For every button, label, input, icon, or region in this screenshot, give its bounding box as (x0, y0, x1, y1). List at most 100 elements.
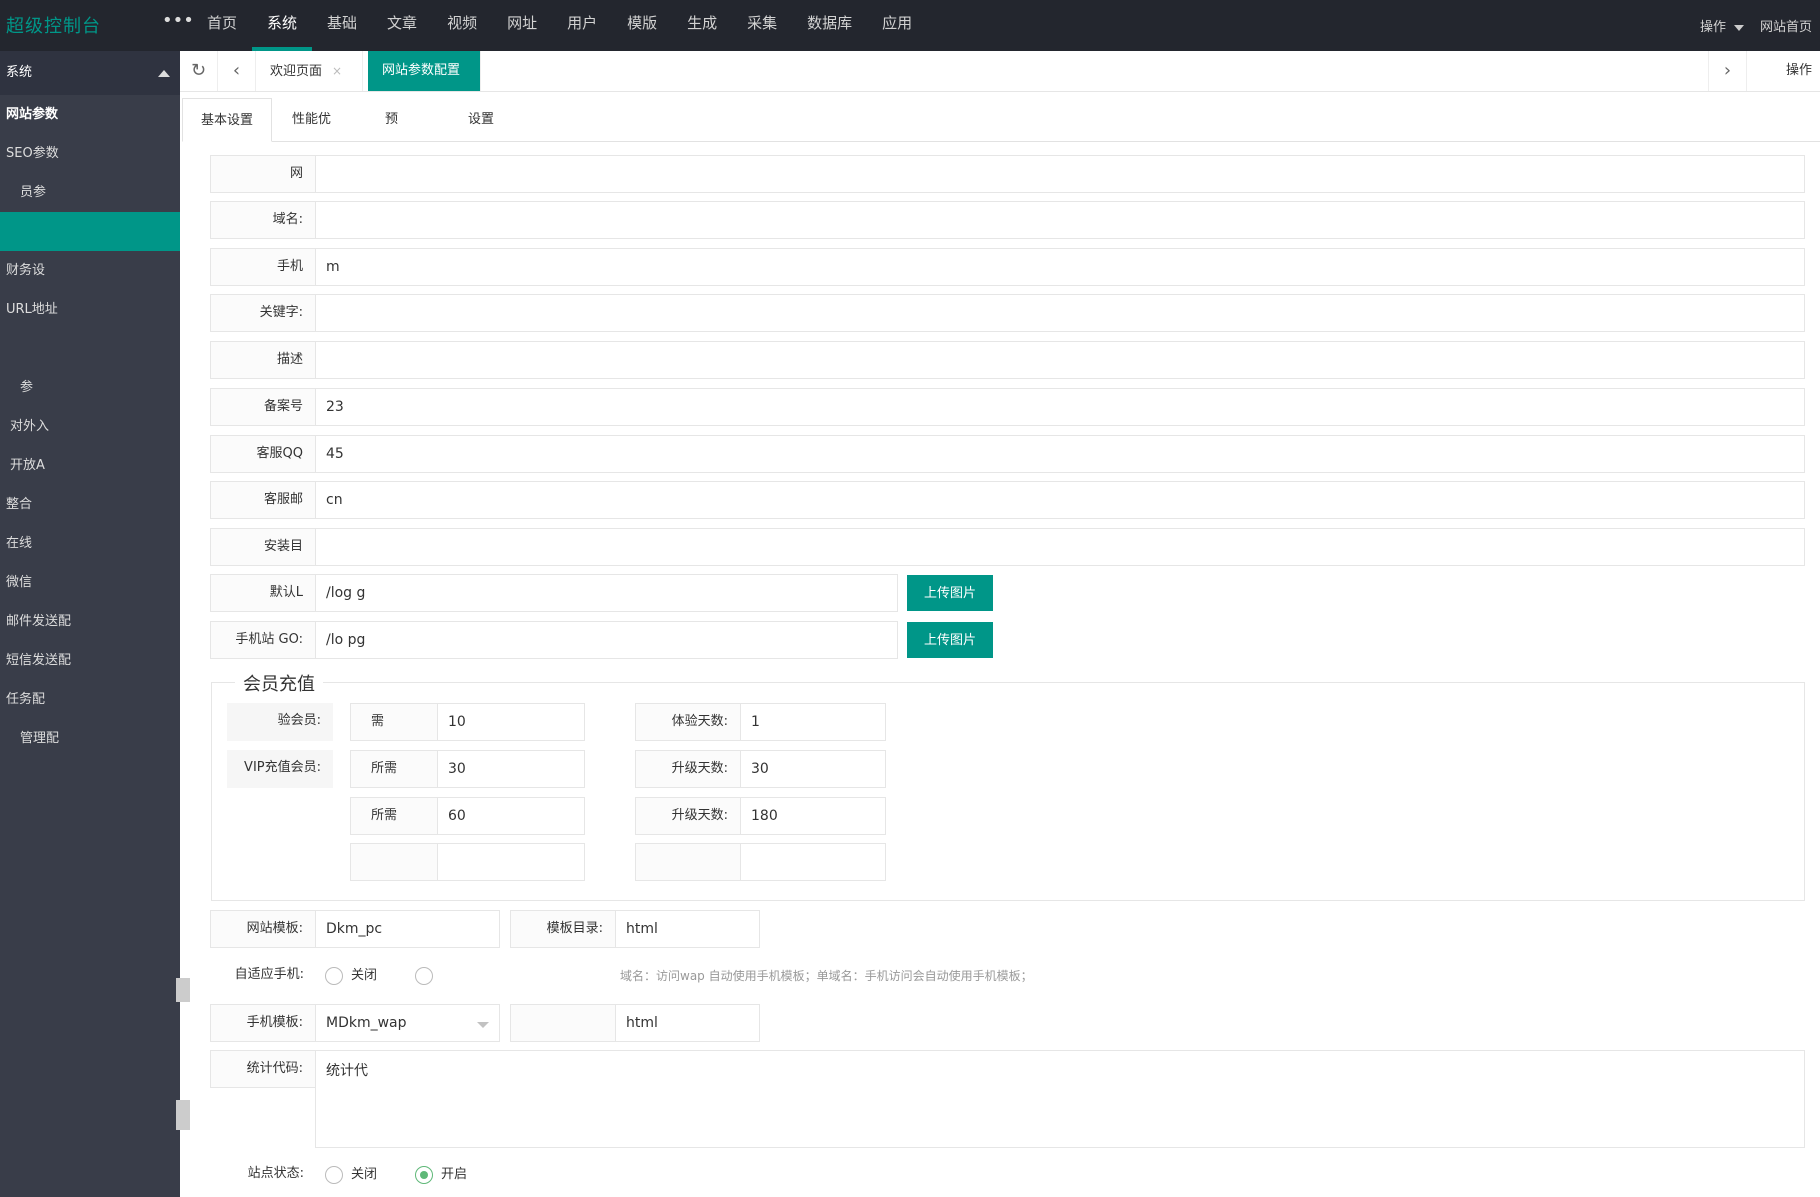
tab-basic-settings[interactable]: 基本设置 (182, 98, 273, 142)
site-template-row: 网站模板: 模板目录: (210, 910, 810, 948)
domain-input[interactable] (315, 201, 1805, 239)
tab-welcome[interactable]: 欢迎页面 × (256, 51, 364, 91)
adaptive-mobile-row: 自适应手机: 关闭 域名：访问wap 自动使用手机模板；单域名：手机访问会自动使… (210, 957, 1310, 995)
sidebar-scroll-handle[interactable] (176, 978, 190, 1002)
nav-url[interactable]: 网址 (492, 0, 552, 51)
nav-apps[interactable]: 应用 (867, 0, 927, 51)
mobile-logo-path-input[interactable] (315, 621, 898, 659)
refresh-icon[interactable]: ↻ (180, 51, 218, 91)
nav-home[interactable]: 首页 (192, 0, 252, 51)
mobile-template-select[interactable]: MDkm_wap (315, 1004, 500, 1042)
sidebar-item[interactable]: 短信发送配 (0, 641, 180, 680)
email-input[interactable] (315, 481, 1805, 519)
site-status-on-option[interactable]: 开启 (415, 1156, 467, 1194)
sidebar-item-active[interactable] (0, 212, 180, 251)
site-status-row: 站点状态: 关闭 开启 (210, 1156, 810, 1194)
sidebar-item[interactable]: 财务设 (0, 251, 180, 290)
trial-price-input[interactable] (437, 703, 585, 741)
form-row-logo: 默认L 上传图片 (210, 574, 1010, 612)
close-icon[interactable]: × (332, 64, 342, 78)
sidebar-item[interactable]: 邮件发送配 (0, 602, 180, 641)
tab-preset[interactable]: 预 (367, 98, 416, 142)
qq-input[interactable] (315, 435, 1805, 473)
vip-member-row-3 (227, 843, 887, 881)
nav-collect[interactable]: 采集 (732, 0, 792, 51)
site-name-input[interactable] (315, 155, 1805, 193)
tabs-operation-menu[interactable]: 操作 (1746, 51, 1820, 91)
nav-video[interactable]: 视频 (432, 0, 492, 51)
radio-icon[interactable] (325, 966, 343, 985)
vip-price-input-2[interactable] (437, 797, 585, 835)
site-status-off-option[interactable]: 关闭 (325, 1156, 377, 1194)
sidebar-item[interactable]: 参 (0, 368, 180, 407)
sidebar-item[interactable]: URL地址 (0, 290, 180, 329)
nav-template[interactable]: 模版 (612, 0, 672, 51)
upload-mobile-logo-button[interactable]: 上传图片 (907, 622, 994, 658)
logo-path-input[interactable] (315, 574, 898, 612)
field-label: 模板目录: (510, 910, 616, 948)
install-dir-input[interactable] (315, 528, 1805, 566)
chevron-up-icon (158, 70, 170, 77)
mobile-domain-input[interactable] (315, 248, 1805, 286)
nav-system[interactable]: 系统 (252, 0, 313, 51)
mobile-template-dir-input[interactable] (615, 1004, 760, 1042)
field-label: 升级天数: (635, 750, 741, 788)
field-label: 所需 (350, 750, 438, 788)
template-dir-input[interactable] (615, 910, 760, 948)
tab-other-settings[interactable]: 设置 (450, 98, 512, 142)
trial-days-input[interactable] (740, 703, 886, 741)
keywords-input[interactable] (315, 294, 1805, 332)
adaptive-off-option[interactable]: 关闭 (325, 957, 377, 995)
chevron-right-icon[interactable]: › (1708, 51, 1746, 91)
more-menu-icon[interactable]: ••• (162, 10, 194, 31)
sidebar-item[interactable]: 任务配 (0, 680, 180, 719)
field-label: 网站模板: (210, 910, 316, 948)
sidebar-item[interactable]: 微信 (0, 563, 180, 602)
tab-site-params[interactable]: 网站参数配置 (368, 51, 482, 91)
operation-menu[interactable]: 操作 (1700, 16, 1744, 35)
vip-price-input-1[interactable] (437, 750, 585, 788)
vip-price-input-3[interactable] (437, 843, 585, 881)
adaptive-other-option[interactable] (415, 957, 441, 995)
nav-generate[interactable]: 生成 (672, 0, 732, 51)
field-label: 体验天数: (635, 703, 741, 741)
radio-icon[interactable] (325, 1165, 343, 1184)
upload-logo-button[interactable]: 上传图片 (907, 575, 994, 611)
field-label: 客服邮 (210, 481, 316, 519)
site-home-link[interactable]: 网站首页 (1760, 16, 1812, 35)
sidebar-item[interactable]: 对外入 (0, 407, 180, 446)
sidebar: 系统 网站参数 SEO参数 员参 财务设 URL地址 参 对外入 开放A 整合 … (0, 51, 180, 1197)
radio-icon[interactable] (415, 966, 433, 985)
chevron-down-icon (1733, 24, 1744, 31)
sidebar-menu: 网站参数 SEO参数 员参 财务设 URL地址 参 对外入 开放A 整合 在线 … (0, 95, 180, 758)
sidebar-group-system[interactable]: 系统 (0, 51, 180, 95)
sidebar-item[interactable]: 网站参数 (0, 95, 180, 134)
sidebar-item[interactable]: 在线 (0, 524, 180, 563)
sidebar-item[interactable]: 员参 (0, 173, 180, 212)
sidebar-scroll-handle-bottom[interactable] (176, 1100, 190, 1130)
stats-code-textarea[interactable]: 统计代 (315, 1050, 1805, 1148)
sidebar-item[interactable]: SEO参数 (0, 134, 180, 173)
sidebar-item[interactable]: 管理配 (0, 719, 180, 758)
field-label: 关键字: (210, 294, 316, 332)
nav-database[interactable]: 数据库 (792, 0, 867, 51)
chevron-left-icon[interactable]: ‹ (218, 51, 256, 91)
nav-article[interactable]: 文章 (372, 0, 432, 51)
sidebar-item[interactable]: 开放A (0, 446, 180, 485)
nav-user[interactable]: 用户 (552, 0, 612, 51)
form-row-email: 客服邮 (210, 481, 1805, 519)
upgrade-days-input-2[interactable] (740, 797, 886, 835)
radio-checked-icon[interactable] (415, 1165, 433, 1184)
site-template-input[interactable] (315, 910, 500, 948)
description-input[interactable] (315, 341, 1805, 379)
upgrade-days-input-3[interactable] (740, 843, 886, 881)
form-row-keywords: 关键字: (210, 294, 1805, 332)
field-label: 需 (350, 703, 438, 741)
tab-performance[interactable]: 性能优 (274, 98, 349, 142)
nav-basic[interactable]: 基础 (312, 0, 372, 51)
sidebar-item[interactable] (0, 329, 180, 368)
upgrade-days-input-1[interactable] (740, 750, 886, 788)
icp-input[interactable] (315, 388, 1805, 426)
sidebar-item[interactable]: 整合 (0, 485, 180, 524)
app-logo[interactable]: 超级控制台 (6, 12, 101, 38)
